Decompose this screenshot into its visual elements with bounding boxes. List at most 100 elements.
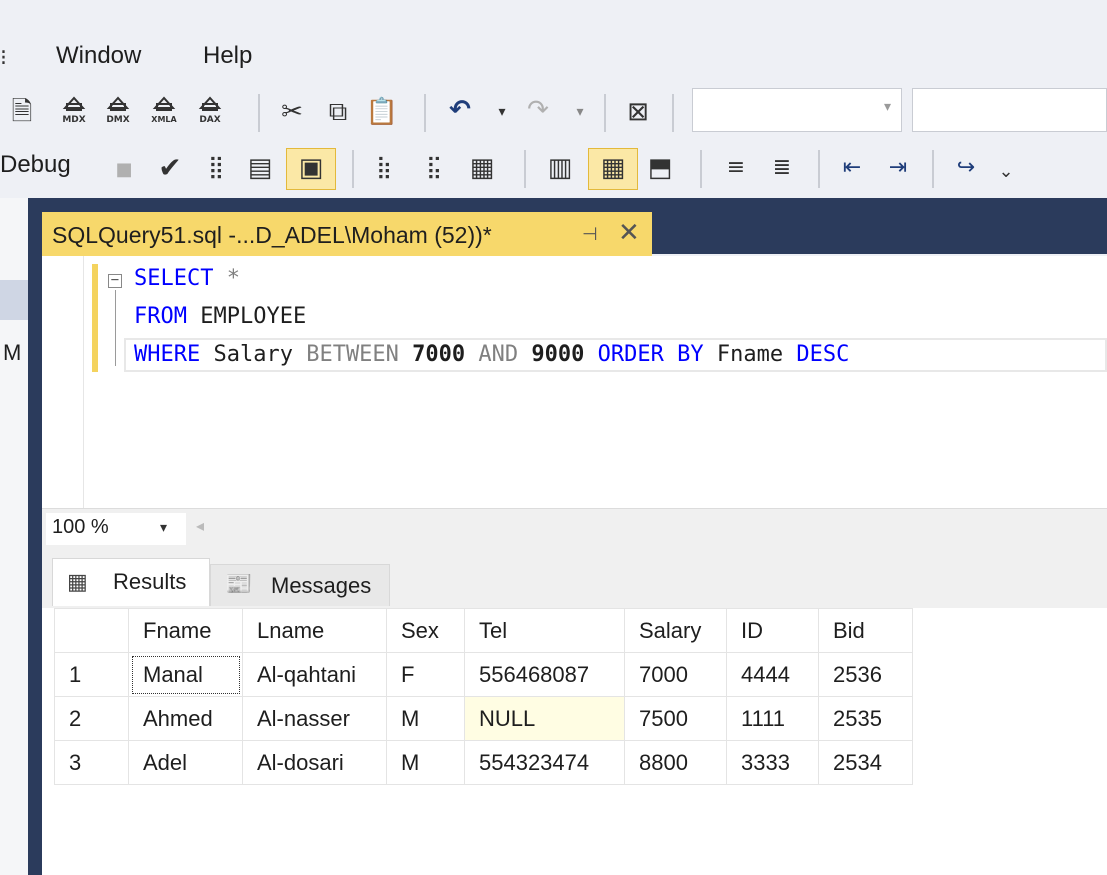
results-grid-icon: ▦ xyxy=(600,153,626,183)
menu-help[interactable]: Help xyxy=(203,42,252,70)
grid-cell[interactable]: 556468087 xyxy=(464,652,625,697)
uncomment-icon[interactable]: ≣ xyxy=(762,148,802,188)
grid-icon: ▦ xyxy=(67,569,88,594)
zoom-value: 100 % xyxy=(52,516,109,538)
client-stats-icon[interactable]: ▦ xyxy=(462,148,502,188)
table-row[interactable]: 3 Adel Al-dosari M 554323474 8800 3333 2… xyxy=(54,740,913,785)
grid-cell[interactable]: 2536 xyxy=(818,652,913,697)
redo-dropdown-icon[interactable]: ▾ xyxy=(560,92,600,132)
tab-results[interactable]: ▦ Results xyxy=(52,558,210,606)
scroll-left-icon[interactable]: ◂ xyxy=(196,516,204,535)
grid-cell[interactable]: 2535 xyxy=(818,696,913,741)
mdx-query-icon[interactable]: MDX xyxy=(54,90,94,142)
grid-cell[interactable]: Ahmed xyxy=(128,696,243,741)
collapse-icon[interactable]: − xyxy=(108,273,122,288)
code-line-1: SELECT * xyxy=(134,266,240,291)
grid-corner[interactable] xyxy=(54,608,129,653)
chevron-down-icon[interactable]: ▾ xyxy=(160,520,167,536)
xmla-query-icon[interactable]: XMLA xyxy=(144,90,184,142)
messages-icon: 📰 xyxy=(225,571,253,596)
table-row[interactable]: 1 Manal Al-qahtani F 556468087 7000 4444… xyxy=(54,652,913,697)
menu-window[interactable]: Window xyxy=(56,42,141,70)
database-combo[interactable]: ▾ xyxy=(692,88,902,132)
live-stats-icon[interactable]: ⣯ xyxy=(414,148,454,188)
redo-icon[interactable]: ↷ xyxy=(518,90,558,130)
grid-cell[interactable]: M xyxy=(386,696,465,741)
toolbar-overflow-icon[interactable]: ⌄ xyxy=(986,152,1026,192)
close-icon[interactable]: ✕ xyxy=(618,218,640,248)
table-row[interactable]: 2 Ahmed Al-nasser M NULL 7500 1111 2535 xyxy=(54,696,913,741)
display-plan-icon[interactable]: ⣿ xyxy=(196,148,236,188)
dax-query-icon[interactable]: DAX xyxy=(190,90,230,142)
svg-text:MDX: MDX xyxy=(62,115,85,125)
grid-cell[interactable]: 4444 xyxy=(726,652,819,697)
toolbar-separator xyxy=(700,150,702,188)
svg-text:DAX: DAX xyxy=(199,115,220,125)
chevron-down-icon: ▾ xyxy=(883,99,891,115)
grid-cell[interactable]: M xyxy=(386,740,465,785)
grid-cell[interactable]: 1111 xyxy=(726,696,819,741)
dmx-query-icon[interactable]: DMX xyxy=(98,90,138,142)
outline-line xyxy=(115,290,116,366)
grid-cell[interactable]: F xyxy=(386,652,465,697)
tab-results-label: Results xyxy=(113,569,187,594)
stop-icon[interactable]: ■ xyxy=(104,150,144,190)
code-line-3: WHERE Salary BETWEEN 7000 AND 9000 ORDER… xyxy=(134,342,850,367)
column-header-bid[interactable]: Bid xyxy=(818,608,913,653)
column-header-salary[interactable]: Salary xyxy=(624,608,727,653)
column-header-lname[interactable]: Lname xyxy=(242,608,387,653)
column-header-fname[interactable]: Fname xyxy=(128,608,243,653)
query-icon[interactable]: 🗎 xyxy=(2,92,42,132)
row-number[interactable]: 3 xyxy=(54,740,129,785)
comment-icon[interactable]: ≡ xyxy=(716,148,756,188)
results-file-icon[interactable]: ⬒ xyxy=(640,148,680,188)
paste-icon[interactable]: 📋 xyxy=(362,92,402,132)
grid-cell[interactable]: 3333 xyxy=(726,740,819,785)
object-explorer-header xyxy=(0,280,28,320)
grid-cell[interactable]: 554323474 xyxy=(464,740,625,785)
tab-title: SQLQuery51.sql -...D_ADEL\Moham (52))* xyxy=(52,222,492,248)
column-header-tel[interactable]: Tel xyxy=(464,608,625,653)
tab-messages-label: Messages xyxy=(271,573,372,598)
query-designer-icon[interactable]: ▤ xyxy=(240,148,280,188)
results-to-text-icon[interactable]: ▥ xyxy=(540,148,580,188)
editor-gutter xyxy=(42,256,84,508)
cut-icon[interactable]: ✂ xyxy=(272,92,312,132)
row-number[interactable]: 1 xyxy=(54,652,129,697)
toolbar-separator xyxy=(672,94,674,132)
svg-text:DMX: DMX xyxy=(106,115,129,125)
results-to-file-icon: ▣ xyxy=(298,153,324,183)
toolbar-separator xyxy=(524,150,526,188)
copy-icon[interactable]: ⧉ xyxy=(318,92,358,132)
menu-bar: ⁝ Window Help xyxy=(0,0,1107,84)
window-icon[interactable]: ⊠ xyxy=(618,92,658,132)
increase-indent-icon[interactable]: ⇥ xyxy=(878,148,918,188)
toolbar-separator xyxy=(818,150,820,188)
grid-cell[interactable]: 8800 xyxy=(624,740,727,785)
grid-cell[interactable]: 2534 xyxy=(818,740,913,785)
debug-button[interactable]: Debug xyxy=(0,151,71,179)
solution-config-combo[interactable] xyxy=(912,88,1107,132)
pin-icon[interactable]: ⊣ xyxy=(582,224,598,245)
menu-overflow-dots: ⁝ xyxy=(0,46,7,71)
grid-cell[interactable]: Al-nasser xyxy=(242,696,387,741)
column-header-sex[interactable]: Sex xyxy=(386,608,465,653)
grid-cell[interactable]: 7000 xyxy=(624,652,727,697)
grid-cell[interactable]: Al-qahtani xyxy=(242,652,387,697)
grid-cell[interactable]: Al-dosari xyxy=(242,740,387,785)
tab-messages[interactable]: 📰 Messages xyxy=(210,564,390,606)
grid-cell[interactable]: Manal xyxy=(128,652,243,697)
results-grid[interactable]: Fname Lname Sex Tel Salary ID Bid 1 Mana… xyxy=(54,608,913,785)
undo-icon[interactable]: ↶ xyxy=(440,90,480,130)
parse-check-icon[interactable]: ✔ xyxy=(150,148,190,188)
decrease-indent-icon[interactable]: ⇤ xyxy=(832,148,872,188)
row-number[interactable]: 2 xyxy=(54,696,129,741)
undo-dropdown-icon[interactable]: ▾ xyxy=(482,92,522,132)
specify-values-icon[interactable]: ↪ xyxy=(946,148,986,188)
grid-cell[interactable]: 7500 xyxy=(624,696,727,741)
grid-cell-null[interactable]: NULL xyxy=(464,696,625,741)
toolbar-separator xyxy=(604,94,606,132)
column-header-id[interactable]: ID xyxy=(726,608,819,653)
grid-cell[interactable]: Adel xyxy=(128,740,243,785)
include-plan-icon[interactable]: ⣷ xyxy=(364,148,404,188)
